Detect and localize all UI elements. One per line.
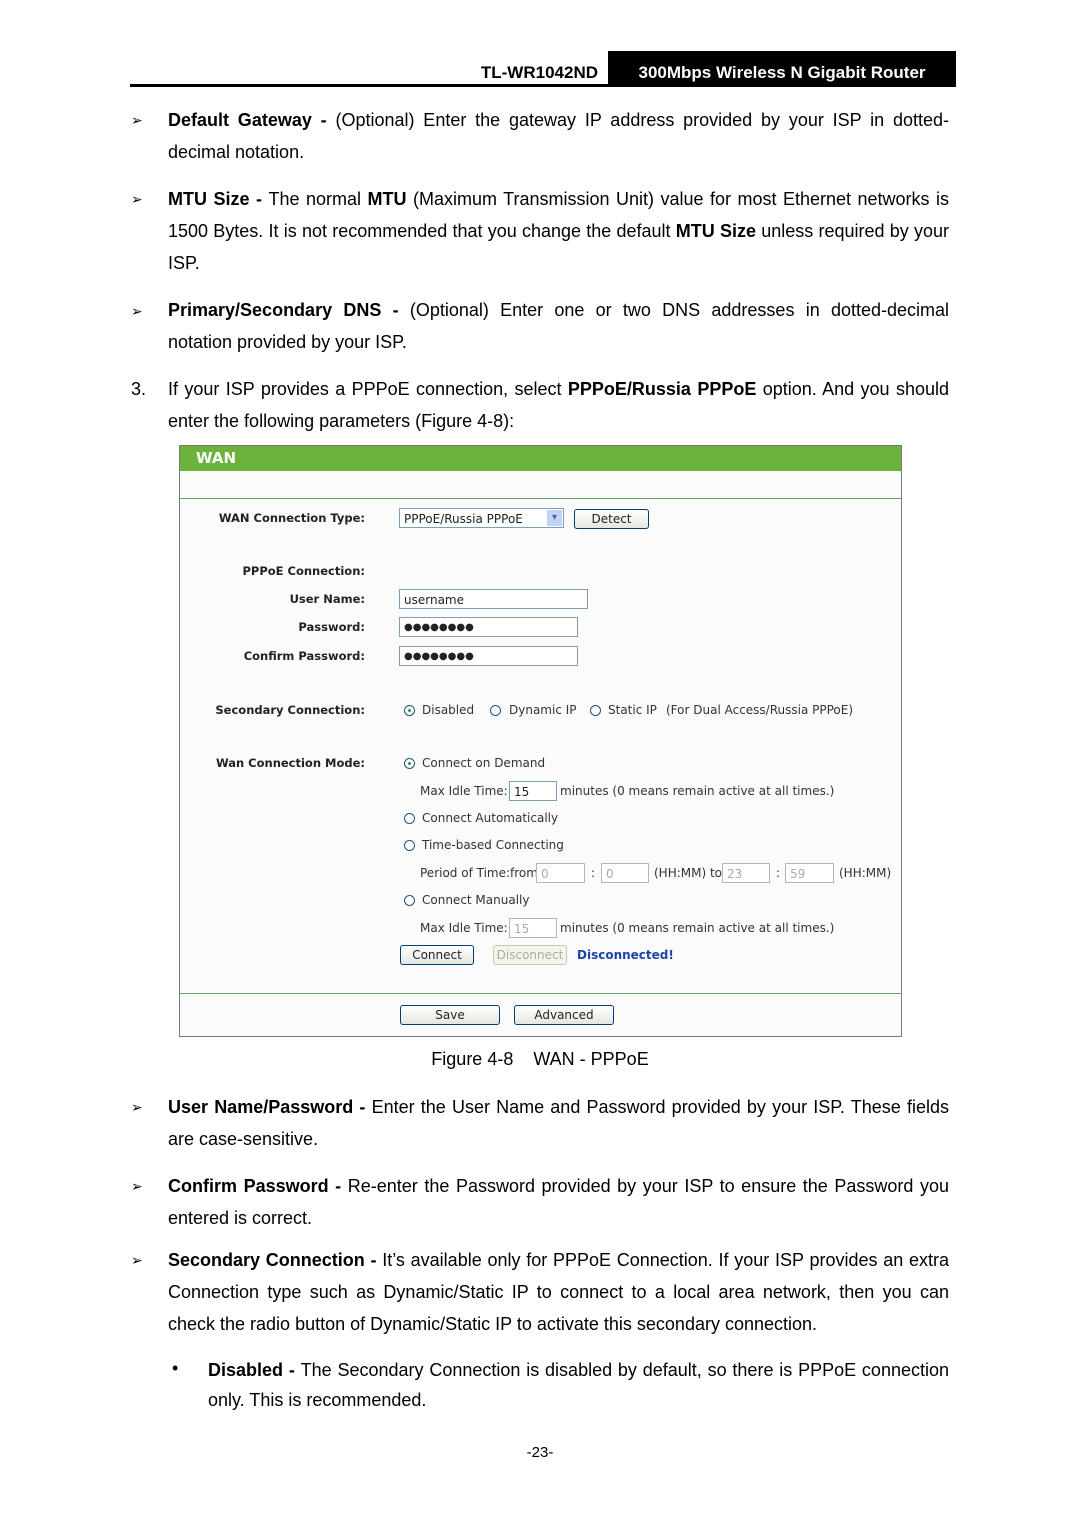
hhmm-text: (HH:MM) xyxy=(839,866,892,880)
radio-connect-auto[interactable] xyxy=(404,813,415,824)
para-step3: If your ISP provides a PPPoE connection,… xyxy=(168,379,949,431)
chevron-down-icon: ▾ xyxy=(547,510,562,526)
radio-connect-manual[interactable] xyxy=(404,895,415,906)
divider xyxy=(180,498,901,499)
confirm-password-label: Confirm Password: xyxy=(243,649,365,663)
connect-button[interactable]: Connect xyxy=(400,945,474,965)
radio-secondary-dynamic[interactable] xyxy=(490,705,501,716)
header-product: 300Mbps Wireless N Gigabit Router xyxy=(608,51,956,87)
para-dns: Primary/Secondary DNS - (Optional) Enter… xyxy=(168,300,950,352)
para-confirm-password: Confirm Password - Re-enter the Password… xyxy=(168,1176,950,1228)
arrow-bullet-icon: ➢ xyxy=(131,303,143,319)
radio-secondary-static[interactable] xyxy=(590,705,601,716)
arrow-bullet-icon: ➢ xyxy=(131,1099,143,1115)
radio-time-based[interactable] xyxy=(404,840,415,851)
para-default-gateway: Default Gateway - (Optional) Enter the g… xyxy=(168,110,949,162)
user-name-label: User Name: xyxy=(289,592,365,606)
pppoe-connection-label: PPPoE Connection: xyxy=(242,564,365,578)
advanced-button[interactable]: Advanced xyxy=(514,1005,614,1025)
para-mtu-size: MTU Size - The normal MTU (Maximum Trans… xyxy=(168,189,949,273)
header-rule xyxy=(130,84,956,87)
from-hour-input[interactable]: 0 xyxy=(536,863,585,883)
secondary-dynamic-text: Dynamic IP xyxy=(509,703,577,717)
arrow-bullet-icon: ➢ xyxy=(131,191,143,207)
arrow-bullet-icon: ➢ xyxy=(131,112,143,128)
connect-auto-text: Connect Automatically xyxy=(422,811,559,825)
wan-figure: WAN WAN Connection Type: PPPoE/Russia PP… xyxy=(179,445,902,1037)
divider xyxy=(180,993,901,994)
confirm-password-input[interactable]: ●●●●●●●● xyxy=(399,646,578,666)
colon: : xyxy=(776,866,781,880)
user-name-input[interactable]: username xyxy=(399,589,588,609)
para-user-name-password: User Name/Password - Enter the User Name… xyxy=(168,1097,949,1149)
radio-secondary-disabled[interactable] xyxy=(404,705,415,716)
page-header: TL-WR1042ND 300Mbps Wireless N Gigabit R… xyxy=(130,51,956,87)
connect-demand-text: Connect on Demand xyxy=(422,756,546,770)
from-minute-input[interactable]: 0 xyxy=(601,863,649,883)
para-disabled: Disabled - The Secondary Connection is d… xyxy=(208,1360,949,1410)
wan-type-select[interactable]: PPPoE/Russia PPPoE ▾ xyxy=(399,508,564,528)
dot-bullet-icon: • xyxy=(172,1358,179,1378)
detect-button[interactable]: Detect xyxy=(574,509,649,529)
save-button[interactable]: Save xyxy=(400,1005,500,1025)
secondary-static-text: Static IP xyxy=(608,703,657,717)
secondary-connection-label: Secondary Connection: xyxy=(215,703,365,717)
colon: : xyxy=(591,866,596,880)
max-idle-input[interactable]: 15 xyxy=(509,781,557,801)
para-secondary-connection: Secondary Connection - It’s available on… xyxy=(168,1250,949,1334)
minutes-note: minutes (0 means remain active at all ti… xyxy=(560,784,835,798)
radio-connect-demand[interactable] xyxy=(404,758,415,769)
connect-manual-text: Connect Manually xyxy=(422,893,530,907)
to-minute-input[interactable]: 59 xyxy=(785,863,834,883)
secondary-note: (For Dual Access/Russia PPPoE) xyxy=(666,703,854,717)
page-number: -23- xyxy=(526,1444,554,1461)
to-hour-input[interactable]: 23 xyxy=(722,863,770,883)
disconnect-button[interactable]: Disconnect xyxy=(493,945,567,965)
hhmm-to-text: (HH:MM) to xyxy=(654,866,723,880)
secondary-disabled-text: Disabled xyxy=(422,703,475,717)
period-label: Period of Time:from xyxy=(420,866,538,880)
step-number: 3. xyxy=(131,379,147,399)
minutes-note: minutes (0 means remain active at all ti… xyxy=(560,921,835,935)
connection-status: Disconnected! xyxy=(577,948,674,962)
arrow-bullet-icon: ➢ xyxy=(131,1178,143,1194)
time-based-text: Time-based Connecting xyxy=(422,838,564,852)
wan-title-bar: WAN xyxy=(180,446,901,471)
manual-idle-label: Max Idle Time: xyxy=(420,921,508,935)
password-input[interactable]: ●●●●●●●● xyxy=(399,617,578,637)
max-idle-label: Max Idle Time: xyxy=(420,784,508,798)
wan-mode-label: Wan Connection Mode: xyxy=(215,756,365,770)
manual-idle-input[interactable]: 15 xyxy=(509,918,557,938)
header-model: TL-WR1042ND xyxy=(480,63,598,82)
wan-type-label: WAN Connection Type: xyxy=(218,511,365,525)
password-label: Password: xyxy=(298,620,365,634)
figure-caption: Figure 4-8 WAN - PPPoE xyxy=(431,1049,649,1069)
arrow-bullet-icon: ➢ xyxy=(131,1252,143,1268)
